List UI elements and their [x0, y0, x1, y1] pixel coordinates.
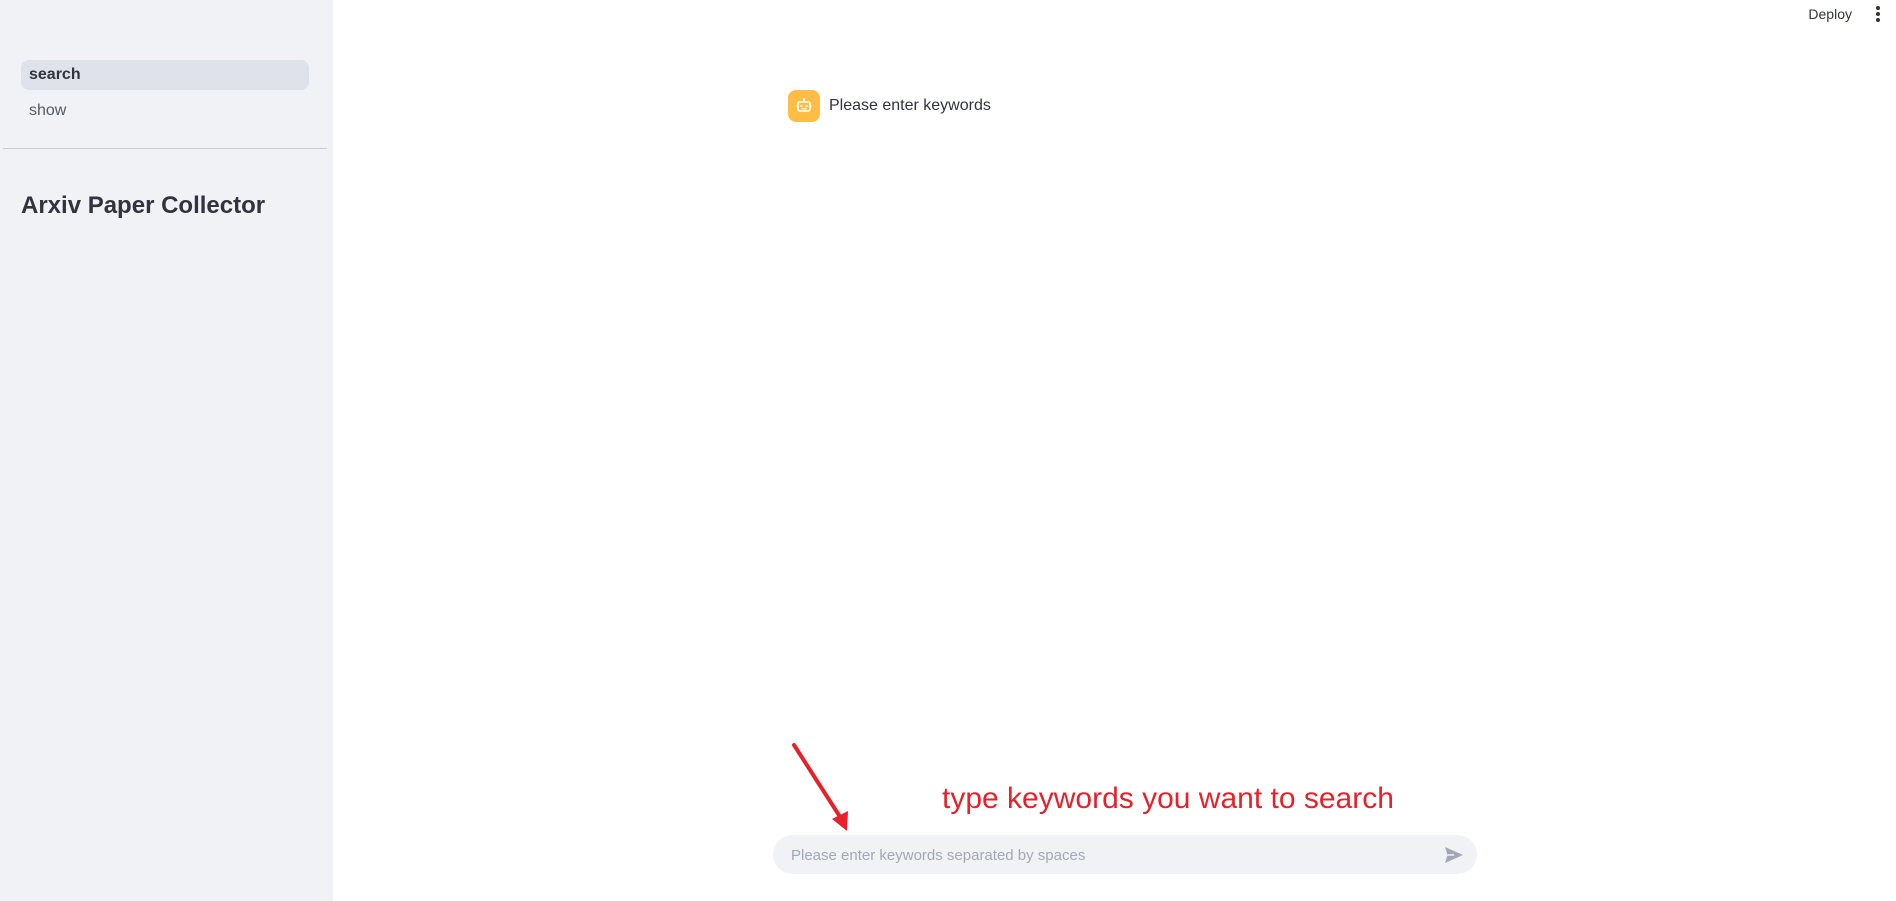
send-icon[interactable]	[1443, 844, 1465, 866]
sidebar: search show Arxiv Paper Collector	[0, 0, 333, 901]
sidebar-item-show[interactable]: show	[21, 96, 309, 126]
annotation-text: type keywords you want to search	[942, 782, 1394, 815]
deploy-button[interactable]: Deploy	[1808, 6, 1852, 22]
sidebar-item-search[interactable]: search	[21, 60, 309, 90]
sidebar-nav: search show	[21, 60, 309, 132]
chat-message: Please enter keywords	[788, 90, 991, 122]
chat-message-text: Please enter keywords	[829, 97, 991, 114]
app-root: search show Arxiv Paper Collector Deploy…	[0, 0, 1896, 901]
arrow-icon	[792, 743, 848, 831]
sidebar-title: Arxiv Paper Collector	[21, 192, 266, 219]
robot-icon	[788, 90, 820, 122]
vertical-ellipsis-icon[interactable]	[1872, 6, 1884, 24]
chat-input[interactable]	[789, 835, 1413, 876]
sidebar-divider	[3, 148, 327, 149]
chat-input-container	[773, 835, 1477, 876]
